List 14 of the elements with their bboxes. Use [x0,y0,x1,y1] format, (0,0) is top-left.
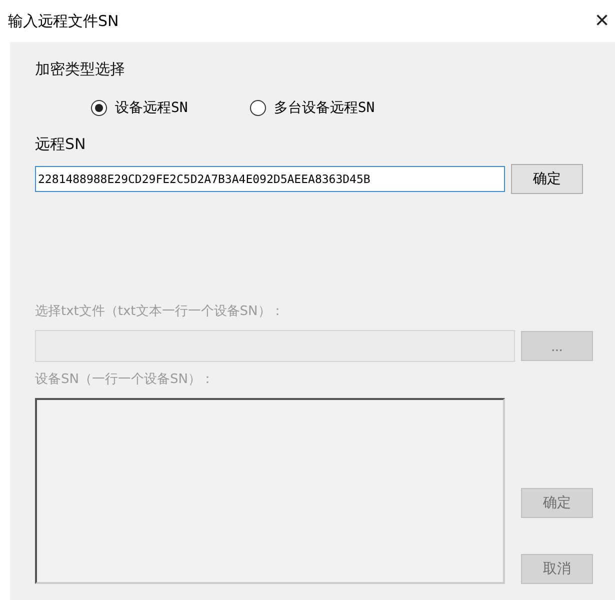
field-label: 远程SN [35,135,86,154]
sn-input-field[interactable]: 2281488988E29CD29FE2C5D2A7B3A4E092D5AEEA8363D45B [35,166,505,192]
radio-label: 多台设备远程SN [274,99,375,117]
confirm-button[interactable]: 确定 [511,164,583,194]
group-label: 加密类型选择 [35,60,125,79]
radio-option[interactable]: 设备远程SN [91,99,188,117]
file-path-field[interactable] [35,330,515,362]
window-title: 输入远程文件SN [8,12,119,30]
device-sn-text-area[interactable] [35,398,505,584]
radio-label: 设备远程SN [115,99,188,117]
field-label: 选择txt文件（txt文本一行一个设备SN）： [35,303,284,320]
radio-option[interactable]: 多台设备远程SN [250,99,375,117]
field-label: 设备SN（一行一个设备SN）： [35,371,214,388]
close-button[interactable]: × [588,7,615,35]
